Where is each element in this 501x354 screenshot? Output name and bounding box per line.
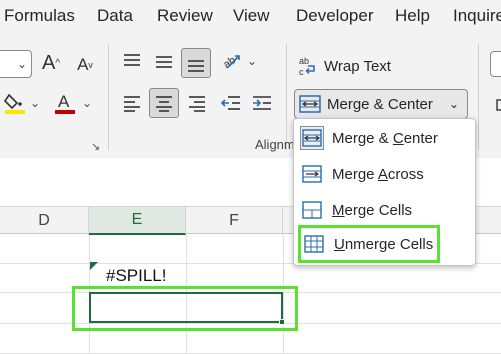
merge-cells-icon <box>300 198 324 222</box>
menu-data[interactable]: Data <box>97 6 133 26</box>
decrease-indent-icon[interactable] <box>218 90 244 116</box>
menu-item-unmerge-cells[interactable]: Unmerge Cells <box>298 225 440 263</box>
orientation-icon[interactable]: ab <box>219 48 245 74</box>
menu-item-merge-across[interactable]: Merge Across <box>300 158 468 190</box>
align-top-icon[interactable] <box>119 48 145 74</box>
chevron-down-icon[interactable]: ⌄ <box>449 97 459 111</box>
wrap-text-label: Wrap Text <box>324 57 391 75</box>
wrap-text-button[interactable]: ab c Wrap Text <box>298 52 391 80</box>
menu-review[interactable]: Review <box>157 6 213 26</box>
merge-across-icon <box>300 162 324 186</box>
currency-format-icon[interactable] <box>490 92 501 118</box>
merge-dropdown-menu: Merge & Center Merge Across Merge Cells … <box>293 118 476 266</box>
increase-font-size-icon[interactable]: A ^ <box>38 50 64 76</box>
decrease-font-size-icon[interactable]: Av <box>72 52 98 78</box>
dialog-launcher-icon[interactable]: ↘ <box>91 140 100 153</box>
menu-item-label: Unmerge Cells <box>334 235 434 253</box>
ribbon-separator <box>286 44 287 150</box>
merge-center-icon <box>300 126 324 150</box>
chevron-down-icon[interactable]: ⌄ <box>247 54 257 68</box>
menu-view[interactable]: View <box>233 6 270 26</box>
align-right-icon[interactable] <box>184 90 210 116</box>
align-middle-icon[interactable] <box>151 48 177 74</box>
column-header-d[interactable]: D <box>0 207 89 235</box>
font-size-dropdown[interactable]: ⌄ <box>0 50 32 78</box>
spill-error-cell[interactable]: #SPILL! <box>106 266 167 286</box>
chevron-down-icon[interactable]: ⌄ <box>82 96 92 110</box>
column-header-e[interactable]: E <box>89 207 186 235</box>
number-format-dropdown[interactable] <box>490 51 501 77</box>
ribbon-separator <box>108 44 109 150</box>
fill-color-icon[interactable] <box>2 90 28 116</box>
wrap-text-icon: abc <box>299 56 315 77</box>
menu-item-label: Merge Cells <box>332 201 413 219</box>
menu-inquire[interactable]: Inquire <box>453 6 501 26</box>
column-header-f[interactable]: F <box>186 207 283 235</box>
svg-text:c: c <box>299 67 304 77</box>
selection-highlight-annotation <box>72 286 298 331</box>
menu-item-merge-cells[interactable]: Merge Cells <box>300 194 468 226</box>
alignment-group-label: Alignm <box>255 137 295 152</box>
increase-indent-icon[interactable] <box>249 90 275 116</box>
chevron-down-icon[interactable]: ⌄ <box>30 96 40 110</box>
merge-center-icon <box>299 95 321 113</box>
error-indicator-icon[interactable] <box>90 262 98 270</box>
excel-window: Formulas Data Review View Developer Help… <box>0 0 501 354</box>
menu-item-label: Merge Across <box>332 165 424 183</box>
font-color-icon[interactable]: A <box>52 90 78 116</box>
menu-formulas[interactable]: Formulas <box>4 6 75 26</box>
menu-item-merge-center[interactable]: Merge & Center <box>300 122 468 154</box>
svg-text:ab: ab <box>299 56 309 66</box>
align-center-icon[interactable] <box>149 88 179 118</box>
ribbon-separator <box>478 44 479 150</box>
menu-item-label: Merge & Center <box>332 129 438 147</box>
menu-bar: Formulas Data Review View Developer Help… <box>0 0 501 34</box>
unmerge-cells-icon <box>302 232 326 256</box>
menu-developer[interactable]: Developer <box>296 6 374 26</box>
merge-center-button[interactable]: Merge & Center ⌄ <box>294 89 468 119</box>
merge-center-label: Merge & Center <box>327 95 433 113</box>
align-bottom-icon[interactable] <box>181 48 211 78</box>
align-left-icon[interactable] <box>119 90 145 116</box>
svg-text:A: A <box>58 92 70 111</box>
menu-help[interactable]: Help <box>395 6 430 26</box>
chevron-down-icon: ⌄ <box>17 57 28 71</box>
